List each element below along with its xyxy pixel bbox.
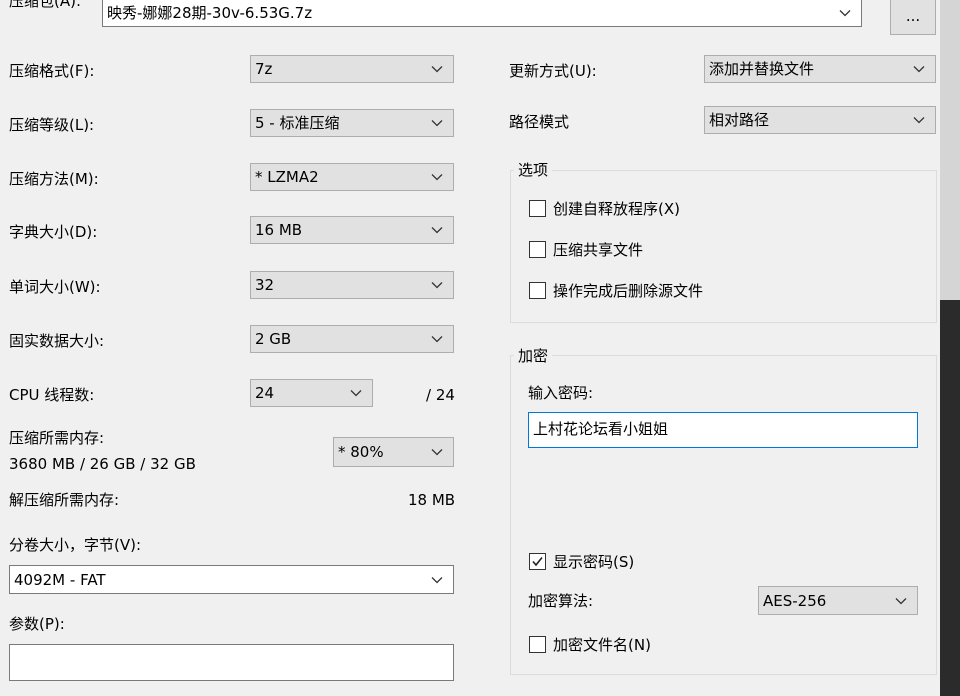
threads-value: 24: [255, 384, 275, 402]
chevron-down-icon: [913, 116, 925, 124]
solid-label: 固实数据大小:: [9, 332, 105, 350]
pathmode-label: 路径模式: [509, 113, 570, 131]
chevron-down-icon: [913, 65, 925, 73]
checkmark-icon: [532, 557, 543, 567]
update-combo[interactable]: 添加并替换文件: [704, 55, 936, 83]
chevron-down-icon: [431, 119, 443, 127]
browse-button[interactable]: ...: [890, 0, 936, 35]
sfx-label[interactable]: 创建自释放程序(X): [553, 199, 680, 219]
threads-total: / 24: [426, 386, 455, 404]
chevron-down-icon: [431, 226, 443, 234]
delete-source-checkbox[interactable]: [529, 282, 546, 299]
chevron-down-icon[interactable]: [839, 9, 851, 17]
update-label: 更新方式(U):: [509, 62, 597, 80]
level-value: 5 - 标准压缩: [255, 114, 340, 132]
update-value: 添加并替换文件: [709, 60, 815, 78]
chevron-down-icon: [350, 389, 362, 397]
volume-combo[interactable]: 4092M - FAT: [9, 565, 454, 594]
options-group-title: 选项: [514, 160, 553, 180]
memory-combo[interactable]: * 80%: [333, 437, 454, 467]
encryption-group: [510, 355, 937, 675]
background-window-edge: [940, 0, 960, 696]
encryption-group-title: 加密: [514, 346, 553, 366]
level-combo[interactable]: 5 - 标准压缩: [250, 109, 454, 137]
word-combo[interactable]: 32: [250, 271, 454, 299]
pathmode-value: 相对路径: [709, 111, 770, 129]
solid-combo[interactable]: 2 GB: [250, 325, 454, 353]
chevron-down-icon: [431, 448, 443, 456]
chevron-down-icon: [431, 281, 443, 289]
chevron-down-icon: [431, 335, 443, 343]
encrypt-names-checkbox[interactable]: [529, 636, 546, 653]
method-value: * LZMA2: [255, 168, 319, 186]
encryption-method-combo[interactable]: AES-256: [758, 586, 918, 615]
pathmode-combo[interactable]: 相对路径: [704, 106, 936, 134]
delete-source-label[interactable]: 操作完成后删除源文件: [553, 281, 703, 301]
volume-label: 分卷大小，字节(V):: [9, 536, 142, 554]
encryption-method-label: 加密算法:: [528, 592, 594, 610]
volume-value: 4092M - FAT: [14, 570, 106, 589]
decompress-mem-label: 解压缩所需内存:: [9, 491, 120, 509]
archive-label: 压缩包(A):: [9, 0, 82, 10]
show-password-checkbox[interactable]: [529, 553, 546, 570]
password-label: 输入密码:: [528, 384, 594, 402]
method-combo[interactable]: * LZMA2: [250, 163, 454, 191]
dict-combo[interactable]: 16 MB: [250, 216, 454, 244]
encryption-method-value: AES-256: [763, 591, 827, 610]
password-input[interactable]: 上村花论坛看小姐姐: [528, 412, 918, 448]
format-label: 压缩格式(F):: [9, 62, 95, 80]
chevron-down-icon: [431, 65, 443, 73]
method-label: 压缩方法(M):: [9, 170, 99, 188]
format-combo[interactable]: 7z: [250, 55, 454, 83]
shared-checkbox[interactable]: [529, 241, 546, 258]
archive-path-combo[interactable]: 映秀-娜娜28期-30v-6.53G.7z: [102, 0, 862, 27]
memory-label: 压缩所需内存:: [9, 429, 105, 447]
word-value: 32: [255, 276, 275, 294]
memory-value: * 80%: [338, 443, 384, 461]
threads-label: CPU 线程数:: [9, 386, 95, 404]
chevron-down-icon: [431, 173, 443, 181]
chevron-down-icon: [431, 576, 443, 584]
sfx-checkbox[interactable]: [529, 200, 546, 217]
decompress-mem-value: 18 MB: [408, 491, 456, 509]
archive-path-value: 映秀-娜娜28期-30v-6.53G.7z: [107, 3, 313, 22]
params-label: 参数(P):: [9, 615, 65, 633]
shared-label[interactable]: 压缩共享文件: [553, 240, 643, 260]
dict-label: 字典大小(D):: [9, 223, 98, 241]
word-label: 单词大小(W):: [9, 278, 101, 296]
level-label: 压缩等级(L):: [9, 116, 95, 134]
params-input[interactable]: [9, 644, 454, 681]
show-password-label[interactable]: 显示密码(S): [553, 552, 634, 572]
dict-value: 16 MB: [255, 221, 303, 239]
encrypt-names-label[interactable]: 加密文件名(N): [553, 635, 651, 655]
memory-detail: 3680 MB / 26 GB / 32 GB: [9, 455, 196, 473]
solid-value: 2 GB: [255, 330, 292, 348]
format-value: 7z: [255, 60, 273, 78]
chevron-down-icon: [895, 597, 907, 605]
threads-combo[interactable]: 24: [250, 379, 373, 407]
